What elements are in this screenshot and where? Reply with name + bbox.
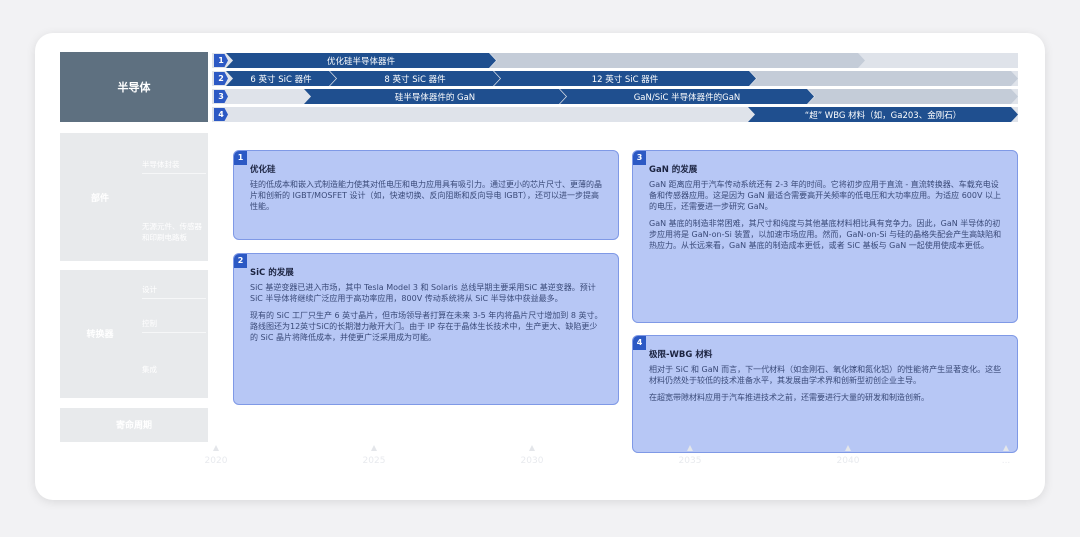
box-title-4: 极限-WBG 材料 <box>649 350 713 360</box>
chevron-sic-8inch: 8 英寸 SiC 器件 <box>330 71 500 86</box>
box-title-3: GaN 的发展 <box>649 165 698 175</box>
axis-year-2030: 2030 <box>520 456 544 466</box>
axis-marker-2035 <box>687 445 693 451</box>
axis-marker-2040 <box>845 445 851 451</box>
chevron-sic-12inch: 12 英寸 SiC 器件 <box>494 71 756 86</box>
chevron-gan-on-sic: GaN/SiC 半导体器件的GaN <box>560 89 814 104</box>
box-title-2: SiC 的发展 <box>250 268 294 278</box>
category-sub-passives: 无源元件、传感器和印刷电路板 <box>142 222 202 242</box>
category-sub-design: 设计 <box>142 284 206 299</box>
chevron-row1-grey <box>490 53 865 68</box>
chevron-sic-6inch: 6 英寸 SiC 器件 <box>226 71 336 86</box>
category-converter-label: 转换器 <box>86 330 114 340</box>
box-badge-3: 3 <box>633 151 646 165</box>
box-text-3a: GaN 距离应用于汽车传动系统还有 2-3 年的时间。它将初步应用于直流 - 直… <box>649 180 1001 211</box>
category-components-label: 部件 <box>90 194 109 204</box>
chevron-row3-grey <box>808 89 1018 104</box>
category-semiconductor: 半导体 <box>60 52 208 122</box>
box-text-1a: 硅的低成本和嵌入式制造能力使其对低电压和电力应用具有吸引力。通过更小的芯片尺寸、… <box>250 180 602 211</box>
axis-marker-later <box>1003 445 1009 451</box>
info-box-2: 2 SiC 的发展 SiC 基逆变器已进入市场，其中 Tesla Model 3… <box>233 253 619 405</box>
box-badge-4: 4 <box>633 336 646 350</box>
box-text-2a: SiC 基逆变器已进入市场，其中 Tesla Model 3 和 Solaris… <box>250 283 596 303</box>
info-box-3: 3 GaN 的发展 GaN 距离应用于汽车传动系统还有 2-3 年的时间。它将初… <box>632 150 1018 323</box>
axis-marker-2020 <box>213 445 219 451</box>
category-sub-control: 控制 <box>142 318 206 333</box>
chevron-row2-grey <box>750 71 1018 86</box>
axis-marker-2030 <box>529 445 535 451</box>
axis-year-2025: 2025 <box>362 456 386 466</box>
axis-marker-2025 <box>371 445 377 451</box>
category-sub-integration: 集成 <box>142 365 157 374</box>
box-badge-1: 1 <box>234 151 247 165</box>
category-components: 部件 半导体封装 无源元件、传感器和印刷电路板 <box>60 133 208 261</box>
info-box-4: 4 极限-WBG 材料 相对于 SiC 和 GaN 而言，下一代材料（如金刚石、… <box>632 335 1018 453</box>
category-lifecycle: 寄命周期 <box>60 408 208 442</box>
axis-year-2020: 2020 <box>204 456 228 466</box>
box-text-3b: GaN 基底的制造非常困难，其尺寸和纯度与其他基底材料相比具有竞争力。因此，Ga… <box>649 219 1002 250</box>
box-text-2b: 现有的 SiC 工厂只生产 6 英寸晶片，但市场领导者打算在未来 3-5 年内将… <box>250 311 603 342</box>
info-box-1: 1 优化硅 硅的低成本和嵌入式制造能力使其对低电压和电力应用具有吸引力。通过更小… <box>233 150 619 240</box>
axis-year-2035: 2035 <box>678 456 702 466</box>
category-lifecycle-label: 寄命周期 <box>115 421 152 431</box>
box-title-1: 优化硅 <box>250 165 276 175</box>
chevron-ultra-wbg: “超” WBG 材料（如，Ga203、金刚石） <box>748 107 1018 122</box>
axis-year-2040: 2040 <box>836 456 860 466</box>
category-sub-packaging: 半导体封装 <box>142 159 206 174</box>
category-converter: 转换器 设计 控制 集成 <box>60 270 208 398</box>
chevron-optimized-silicon: 优化硅半导体器件 <box>226 53 496 68</box>
chevron-gan-on-silicon: 硅半导体器件的 GaN <box>304 89 566 104</box>
box-badge-2: 2 <box>234 254 247 268</box>
axis-year-later: ... <box>1001 456 1011 466</box>
box-text-4a: 相对于 SiC 和 GaN 而言，下一代材料（如金刚石、氧化镓和氮化铝）的性能将… <box>649 365 1002 385</box>
box-text-4b: 在超宽带隙材料应用于汽车推进技术之前，还需要进行大量的研发和制造创新。 <box>649 393 929 402</box>
